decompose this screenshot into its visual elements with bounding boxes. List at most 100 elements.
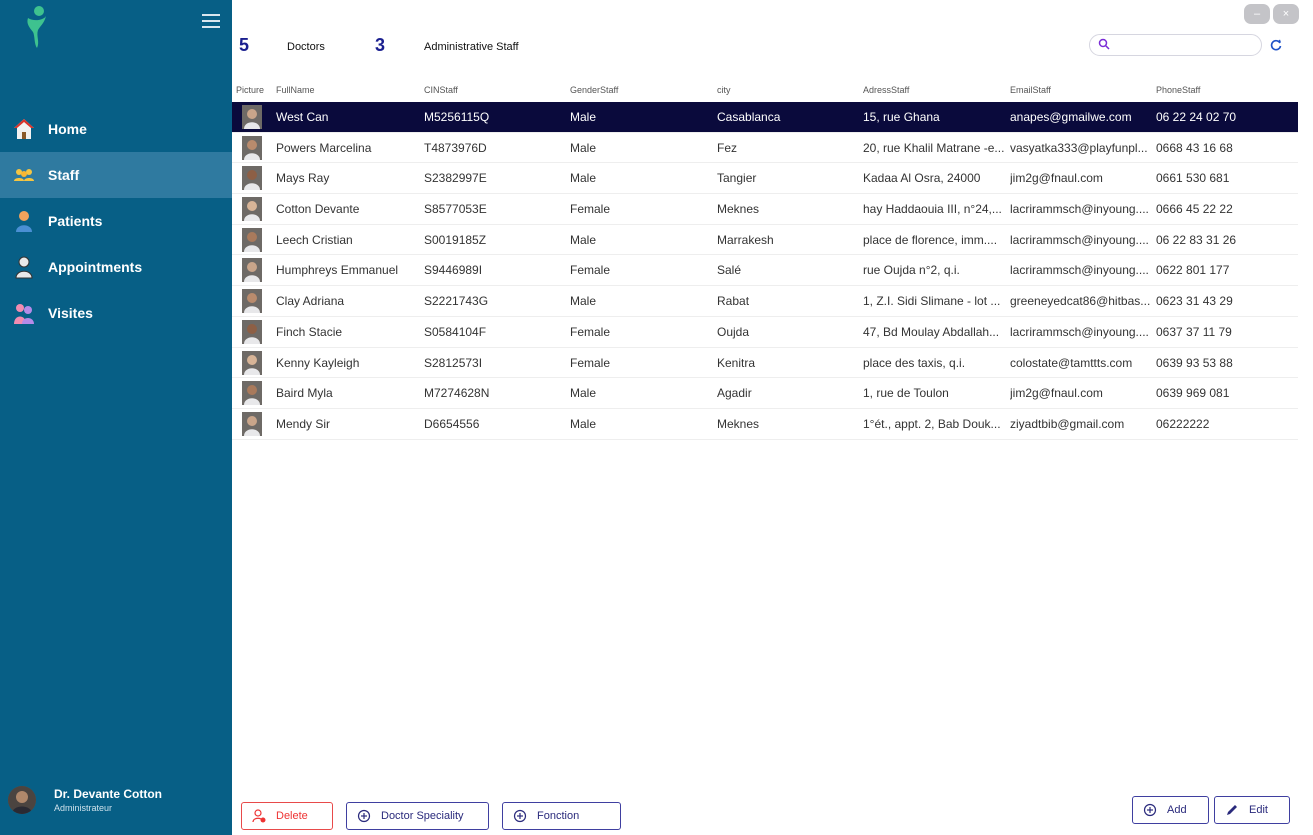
staff-photo	[242, 350, 262, 375]
column-header[interactable]: city	[717, 85, 731, 95]
refresh-icon[interactable]	[1269, 38, 1283, 52]
patient-icon	[10, 207, 38, 235]
cell-address: 15, rue Ghana	[863, 110, 940, 124]
delete-user-icon	[252, 809, 266, 823]
table-row[interactable]: Finch Stacie S0584104F Female Oujda 47, Bd M…	[232, 316, 1298, 348]
fonction-label: Fonction	[537, 810, 580, 822]
fonction-button[interactable]: Fonction	[502, 802, 621, 830]
column-header[interactable]: PhoneStaff	[1156, 85, 1200, 95]
user-role: Administrateur	[54, 803, 113, 813]
table-row[interactable]: Kenny Kayleigh S2812573I Female Kenitra plac…	[232, 347, 1298, 379]
cell-cin: T4873976D	[424, 140, 487, 155]
table-row[interactable]: Cotton Devante S8577053E Female Meknes hay H…	[232, 194, 1298, 225]
cell-city: Salé	[717, 263, 742, 278]
add-circle-icon	[1143, 803, 1157, 817]
cell-phone: 0639 93 53 88	[1156, 355, 1233, 370]
staff-icon	[10, 161, 38, 189]
menu-toggle-icon[interactable]	[202, 14, 220, 28]
cell-city: Oujda	[717, 324, 750, 339]
cell-gender: Male	[570, 171, 597, 186]
sidebar-item-home[interactable]: Home	[0, 106, 232, 152]
column-header[interactable]: Picture	[236, 85, 264, 95]
staff-photo	[242, 319, 262, 344]
cell-gender: Male	[570, 140, 597, 155]
cell-gender: Male	[570, 294, 597, 309]
search-input[interactable]	[1114, 38, 1254, 52]
cell-name: Powers Marcelina	[276, 140, 372, 155]
cell-email: jim2g@fnaul.com	[1010, 171, 1103, 186]
cell-cin: S2382997E	[424, 171, 487, 186]
cell-city: Agadir	[717, 386, 752, 401]
sidebar-item-label: Visites	[48, 305, 93, 321]
cell-address: 1, rue de Toulon	[863, 386, 949, 401]
staff-photo	[242, 105, 262, 129]
column-header[interactable]: CINStaff	[424, 85, 458, 95]
sidebar-item-label: Patients	[48, 213, 103, 229]
cell-gender: Male	[570, 110, 597, 124]
sidebar-item-appointments[interactable]: Appointments	[0, 244, 232, 290]
table-row[interactable]: Humphreys Emmanuel S9446989I Female Salé rue…	[232, 255, 1298, 287]
doctor-speciality-button[interactable]: Doctor Speciality	[346, 802, 489, 830]
table-row[interactable]: Mendy Sir D6654556 Male Meknes 1°ét., appt. …	[232, 408, 1298, 440]
cell-name: Leech Cristian	[276, 232, 353, 247]
cell-cin: S9446989I	[424, 263, 483, 278]
app-logo	[27, 6, 46, 48]
cell-name: Clay Adriana	[276, 294, 345, 309]
sidebar-item-visites[interactable]: Visites	[0, 290, 232, 336]
cell-cin: S0019185Z	[424, 232, 487, 247]
home-icon	[10, 115, 38, 143]
avatar	[8, 786, 36, 814]
cell-email: lacrirammsch@inyoung....	[1010, 232, 1149, 247]
cell-email: ziyadtbib@gmail.com	[1010, 416, 1125, 431]
cell-phone: 06 22 24 02 70	[1156, 110, 1237, 124]
staff-table: West Can M5256115Q Male Casablanca 15, rue G…	[232, 102, 1298, 440]
add-button[interactable]: Add	[1132, 796, 1209, 824]
edit-button[interactable]: Edit	[1214, 796, 1290, 824]
cell-gender: Female	[570, 202, 611, 217]
table-row[interactable]: Powers Marcelina T4873976D Male Fez 20, rue …	[232, 132, 1298, 164]
column-header[interactable]: AdressStaff	[863, 85, 909, 95]
cell-cin: S2812573I	[424, 355, 483, 370]
sidebar-item-patients[interactable]: Patients	[0, 198, 232, 244]
cell-address: 47, Bd Moulay Abdallah...	[863, 324, 1000, 339]
admin-label: Administrative Staff	[424, 41, 519, 53]
cell-city: Fez	[717, 140, 738, 155]
staff-photo	[242, 258, 262, 283]
cell-cin: M5256115Q	[424, 110, 490, 124]
cell-name: Baird Myla	[276, 386, 333, 401]
table-row[interactable]: West Can M5256115Q Male Casablanca 15, rue G…	[232, 102, 1298, 133]
cell-phone: 06 22 83 31 26	[1156, 232, 1237, 247]
sidebar-item-label: Staff	[48, 167, 80, 183]
cell-cin: D6654556	[424, 416, 480, 431]
doctor-speciality-label: Doctor Speciality	[381, 810, 464, 822]
close-button[interactable]: ×	[1273, 4, 1299, 24]
column-header[interactable]: EmailStaff	[1010, 85, 1051, 95]
column-header[interactable]: FullName	[276, 85, 315, 95]
add-circle-icon	[357, 809, 371, 823]
current-user: Dr. Devante Cotton Administrateur	[8, 786, 162, 814]
cell-email: colostate@tamttts.com	[1010, 355, 1133, 370]
column-header[interactable]: GenderStaff	[570, 85, 618, 95]
search-box[interactable]	[1089, 34, 1262, 56]
doctors-count: 5	[239, 35, 250, 55]
delete-button[interactable]: Delete	[241, 802, 333, 830]
cell-city: Rabat	[717, 294, 750, 309]
table-row[interactable]: Leech Cristian S0019185Z Male Marrakesh pla…	[232, 224, 1298, 256]
minimize-button[interactable]: –	[1244, 4, 1270, 24]
add-circle-icon	[513, 809, 527, 823]
table-row[interactable]: Baird Myla M7274628N Male Agadir 1, rue de T…	[232, 378, 1298, 409]
cell-email: lacrirammsch@inyoung....	[1010, 202, 1149, 217]
table-row[interactable]: Mays Ray S2382997E Male Tangier Kadaa Al Osr…	[232, 163, 1298, 195]
cell-cin: M7274628N	[424, 386, 490, 401]
sidebar: Home Staff Patients Appointments Visites…	[0, 0, 232, 835]
cell-city: Meknes	[717, 202, 760, 217]
cell-gender: Female	[570, 324, 611, 339]
cell-cin: S2221743G	[424, 294, 489, 309]
sidebar-item-staff[interactable]: Staff	[0, 152, 232, 198]
edit-label: Edit	[1249, 804, 1268, 816]
cell-city: Meknes	[717, 416, 760, 431]
staff-photo	[242, 197, 262, 222]
user-name: Dr. Devante Cotton	[54, 787, 163, 801]
table-row[interactable]: Clay Adriana S2221743G Male Rabat 1, Z.I. S…	[232, 286, 1298, 317]
cell-city: Marrakesh	[717, 232, 774, 247]
